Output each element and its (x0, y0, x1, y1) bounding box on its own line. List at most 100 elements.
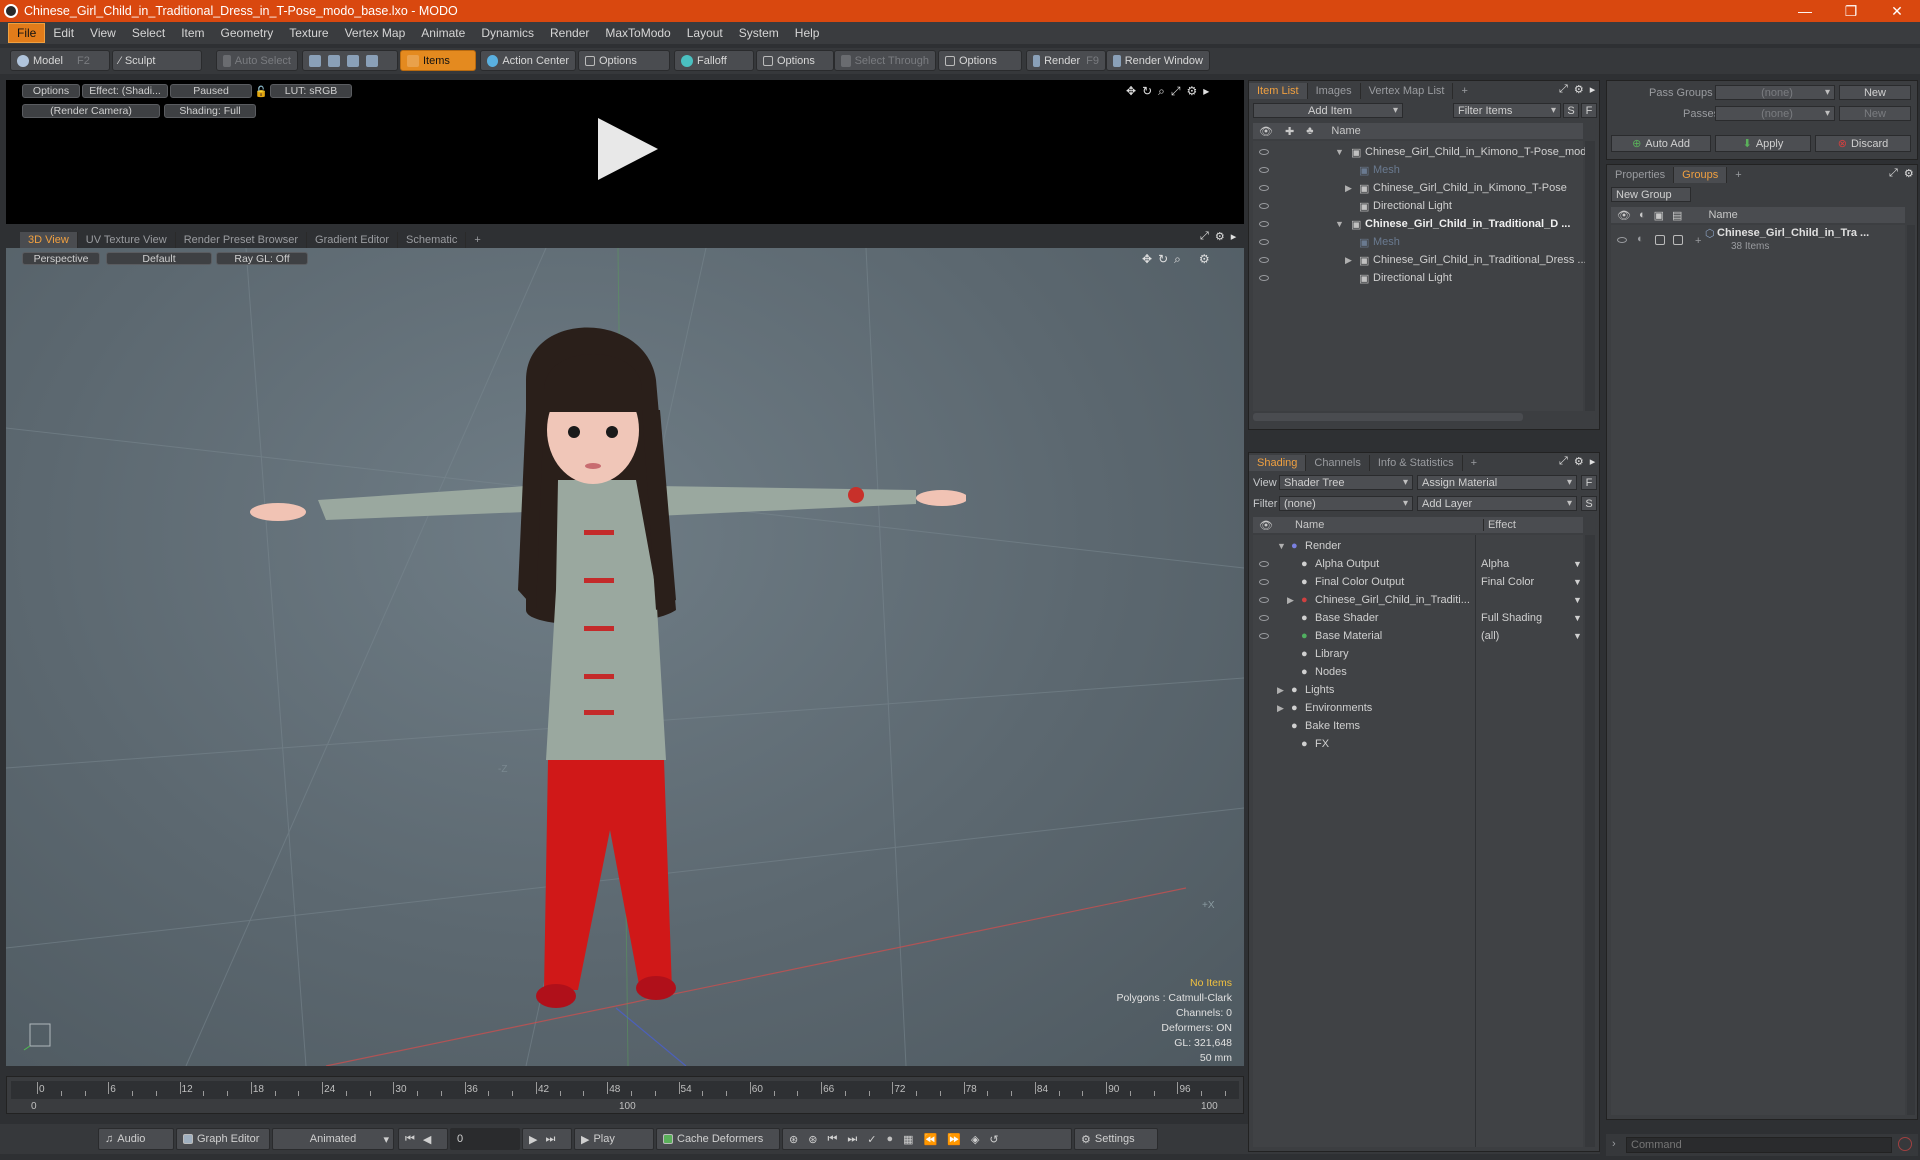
settings-gear-icon[interactable]: ⚙ (1904, 167, 1914, 180)
auto-select-button[interactable]: Auto Select (216, 50, 298, 71)
lock-column-icon[interactable]: ▣ (1654, 209, 1664, 222)
eye-icon[interactable] (1259, 597, 1269, 603)
prev-key-icon[interactable]: ⏮ (827, 1133, 837, 1146)
expand-arrow-icon[interactable]: ▸ (1203, 84, 1209, 99)
render-toggle-icon[interactable]: ◐ (1637, 233, 1644, 245)
effect-dropdown[interactable]: (all) (1481, 630, 1579, 642)
menu-item[interactable]: Item (173, 24, 212, 42)
chevron-down-icon[interactable]: ▼ (1573, 577, 1582, 587)
expand-arrow-icon[interactable]: ▶ (1345, 183, 1352, 194)
eye-icon[interactable] (1259, 203, 1269, 209)
menu-maxtomodo[interactable]: MaxToModo (597, 24, 678, 42)
shader-tree-row[interactable]: ▶ ● Environments (1253, 699, 1583, 717)
item-list-row[interactable]: ▶ ▣ Chinese_Girl_Child_in_Traditional_Dres… (1253, 251, 1587, 269)
preview-options-button[interactable]: Options (22, 84, 80, 98)
raygl-toggle[interactable]: Ray GL: Off (216, 252, 308, 265)
new-pass-group-button[interactable]: New (1839, 85, 1911, 100)
visibility-column-icon[interactable]: 👁 (1259, 125, 1273, 138)
move-icon[interactable]: ✥ (1126, 84, 1136, 99)
default-style-dropdown[interactable]: Default (106, 252, 212, 265)
item-list-vertical-scrollbar[interactable] (1585, 141, 1595, 411)
jump-next-icon[interactable]: ⏩ (947, 1133, 961, 1146)
menu-view[interactable]: View (82, 24, 124, 42)
effect-dropdown[interactable]: Final Color (1481, 576, 1579, 588)
tab-3d-view[interactable]: 3D View (20, 232, 78, 248)
rotate-icon[interactable]: ↻ (1142, 84, 1152, 99)
play-icon[interactable] (592, 114, 662, 184)
falloff-options-button[interactable]: Options (756, 50, 834, 71)
menu-animate[interactable]: Animate (413, 24, 473, 42)
select-checkbox-icon[interactable] (1673, 235, 1683, 245)
item-list-row[interactable]: ▣ Directional Light (1253, 269, 1583, 287)
timeline[interactable]: 0 100 100 0 6 12 18 24 30 36 42 48 54 60 66 72 78 84 90… (6, 1076, 1244, 1114)
shader-tree-row[interactable]: ● Library (1253, 645, 1583, 663)
menu-layout[interactable]: Layout (679, 24, 731, 42)
settings-button[interactable]: ⚙ Settings (1074, 1128, 1158, 1150)
visibility-column-icon[interactable]: 👁 (1259, 519, 1273, 532)
materials-mode-icon[interactable] (366, 54, 378, 67)
next-frame-icon[interactable]: ▶ (529, 1133, 537, 1146)
eye-icon[interactable] (1617, 237, 1627, 243)
eye-icon[interactable] (1259, 257, 1269, 263)
menu-texture[interactable]: Texture (281, 24, 336, 42)
falloff-button[interactable]: Falloff (674, 50, 754, 71)
add-tab-button[interactable]: + (466, 232, 488, 248)
tab-info-statistics[interactable]: Info & Statistics (1370, 455, 1463, 471)
record-icon[interactable]: ● (886, 1133, 893, 1145)
tab-gradient-editor[interactable]: Gradient Editor (307, 232, 398, 248)
animated-dropdown[interactable]: Animated ▾ (272, 1128, 394, 1150)
shader-tree-row[interactable]: ● FX (1253, 735, 1583, 753)
visibility-column-icon[interactable]: 👁 (1617, 209, 1631, 222)
command-input[interactable] (1626, 1137, 1892, 1153)
menu-select[interactable]: Select (124, 24, 173, 42)
settings-gear-icon[interactable]: ⚙ (1574, 83, 1584, 96)
menu-vertex-map[interactable]: Vertex Map (337, 24, 414, 42)
settings-gear-icon[interactable]: ⚙ (1186, 84, 1197, 99)
eye-icon[interactable] (1259, 221, 1269, 227)
lut-dropdown[interactable]: LUT: sRGB (270, 84, 352, 98)
maximize-view-icon[interactable]: ⤢ (1171, 84, 1181, 99)
add-item-dropdown[interactable]: Add Item (1253, 103, 1403, 118)
filter-items-input[interactable]: Filter Items (1453, 103, 1561, 118)
select-column-icon[interactable]: ▤ (1672, 209, 1682, 222)
preview-effect-dropdown[interactable]: Effect: (Shadi... (82, 84, 168, 98)
shading-s-button[interactable]: S (1581, 496, 1597, 511)
zoom-icon[interactable]: ⌕ (1174, 252, 1181, 267)
item-list-row[interactable]: ▣ Mesh (1253, 233, 1583, 251)
expand-arrow-icon[interactable]: ▶ (1277, 703, 1284, 714)
passes-dropdown[interactable]: (none) (1715, 106, 1835, 121)
minimize-icon[interactable]: — (1782, 0, 1828, 22)
add-tab-button[interactable]: + (1463, 455, 1485, 471)
move-icon[interactable]: ✥ (1142, 252, 1152, 267)
chevron-down-icon[interactable]: ▼ (1573, 613, 1582, 623)
expand-arrow-icon[interactable]: ▸ (1590, 83, 1596, 96)
shader-tree-row[interactable]: ● Base Material (all) ▼ (1253, 627, 1583, 645)
first-frame-icon[interactable]: ⏮ (405, 1133, 415, 1146)
group-row[interactable]: ◐ + ⬡ Chinese_Girl_Child_in_Tra ... 38 I… (1611, 227, 1905, 257)
expand-arrow-icon[interactable]: ▸ (1231, 230, 1237, 243)
perspective-dropdown[interactable]: Perspective (22, 252, 100, 265)
item-list-row[interactable]: ▣ Directional Light (1253, 197, 1583, 215)
audio-button[interactable]: ♫ Audio (98, 1128, 174, 1150)
tab-vertex-map-list[interactable]: Vertex Map List (1361, 83, 1454, 99)
render-column-icon[interactable]: ◐ (1639, 209, 1646, 221)
shader-tree-row[interactable]: ● Final Color Output Final Color ▼ (1253, 573, 1583, 591)
discard-button[interactable]: ⊗ Discard (1815, 135, 1911, 152)
settings-gear-icon[interactable]: ⚙ (1199, 252, 1210, 267)
expand-arrow-icon[interactable]: ▶ (1345, 255, 1352, 266)
chevron-down-icon[interactable]: ▼ (1573, 631, 1582, 641)
shading-f-button[interactable]: F (1581, 475, 1597, 490)
graph-editor-button[interactable]: Graph Editor (176, 1128, 270, 1150)
action-center-options-button[interactable]: Options (578, 50, 670, 71)
character-model[interactable] (226, 290, 966, 1010)
action-center-button[interactable]: Action Center (480, 50, 576, 71)
add-layer-dropdown[interactable]: Add Layer (1417, 496, 1577, 511)
select-through-button[interactable]: Select Through (834, 50, 936, 71)
pass-groups-dropdown[interactable]: (none) (1715, 85, 1835, 100)
item-list-horizontal-scrollbar[interactable] (1253, 413, 1523, 421)
layers-icon[interactable]: ◈ (971, 1133, 979, 1146)
eye-icon[interactable] (1259, 561, 1269, 567)
new-group-button[interactable]: New Group (1611, 187, 1691, 202)
key-filter-icon[interactable]: ▦ (903, 1133, 913, 1146)
tab-images[interactable]: Images (1308, 83, 1361, 99)
